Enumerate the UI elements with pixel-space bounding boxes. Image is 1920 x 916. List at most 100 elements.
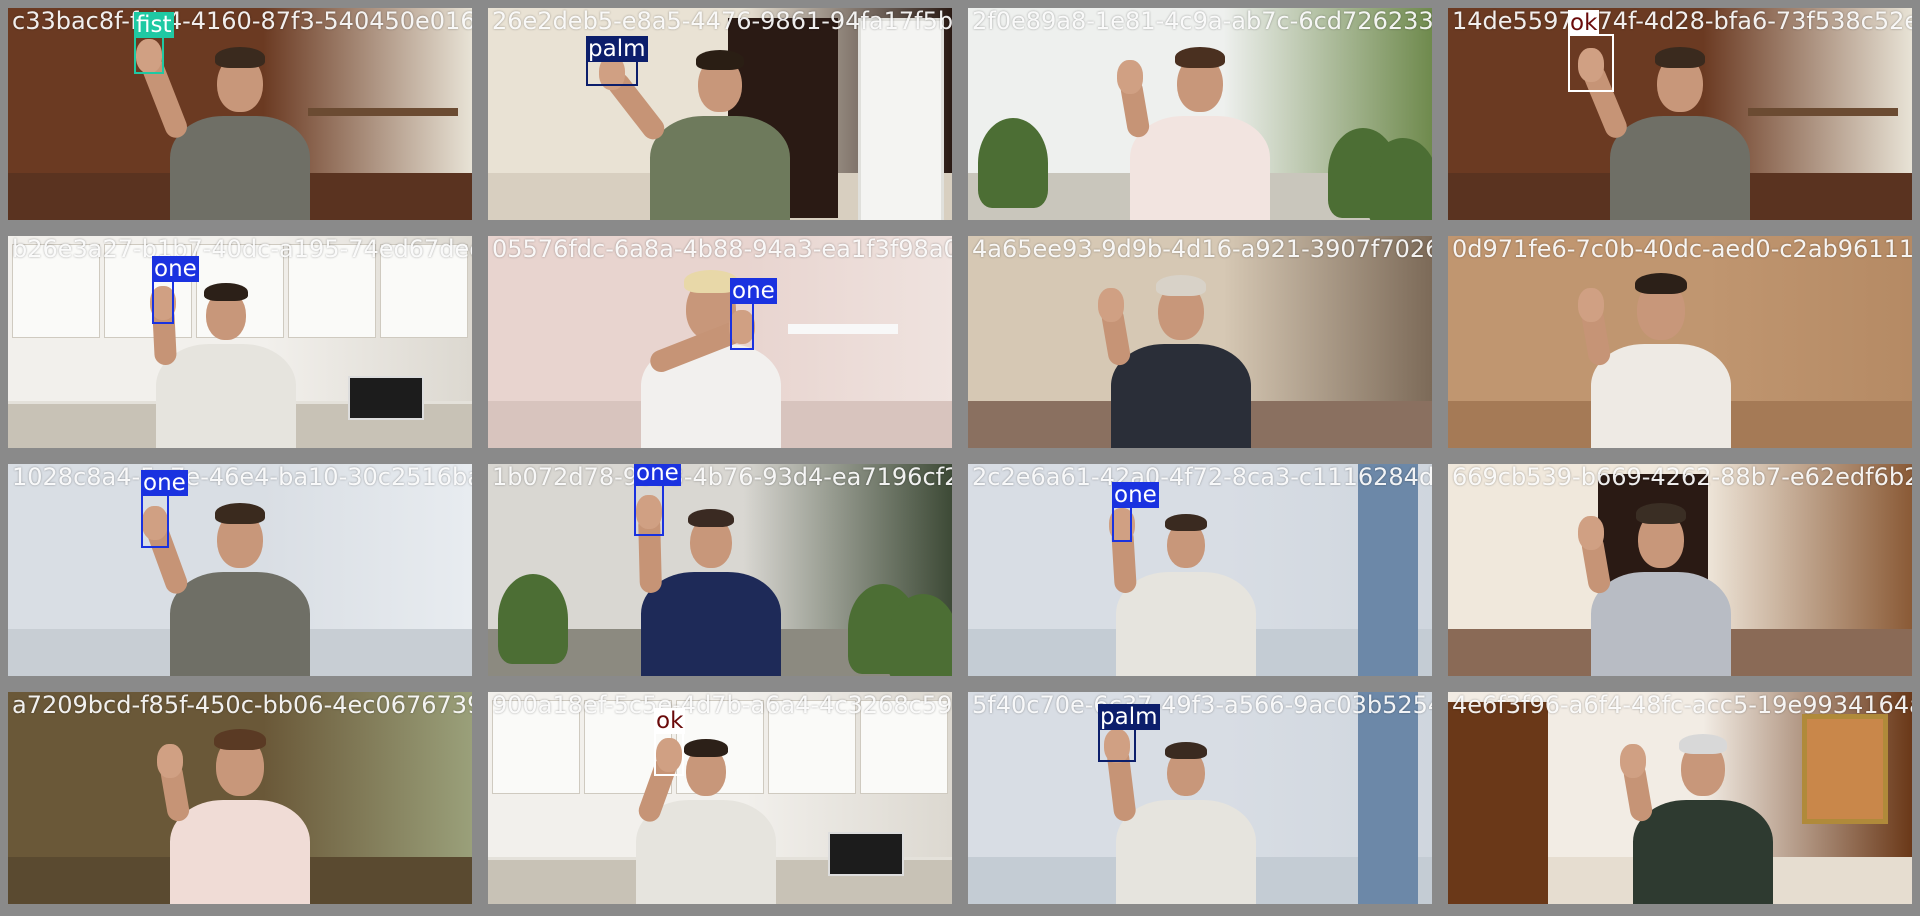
hair (215, 47, 265, 68)
photo-scene (1448, 464, 1912, 676)
gesture-bbox: one (152, 256, 199, 324)
hair (1679, 733, 1727, 754)
person (488, 8, 952, 220)
photo-scene (8, 692, 472, 904)
torso (650, 116, 790, 220)
photo-scene (1448, 236, 1912, 448)
gesture-label: one (634, 464, 681, 486)
photo-scene (488, 236, 952, 448)
photo-tile: 4a65ee93-9d9b-4d16-a921-3907f7026e7f.jpg (968, 236, 1432, 448)
person (8, 236, 472, 448)
torso (1610, 116, 1750, 220)
torso (170, 800, 310, 904)
hand (157, 744, 183, 778)
photo-scene (968, 8, 1432, 220)
photo-tile: 4e6f3f96-a6f4-48fc-acc5-19e9934164a3.jpg (1448, 692, 1912, 904)
person (1448, 236, 1912, 448)
torso (1116, 800, 1256, 904)
hair (696, 49, 744, 70)
gesture-bbox: palm (586, 36, 648, 86)
torso (1111, 344, 1251, 448)
hair (1156, 275, 1206, 296)
person (1448, 464, 1912, 676)
gesture-label: one (152, 256, 199, 282)
photo-scene (8, 236, 472, 448)
photo-tile: a7209bcd-f85f-450c-bb06-4ec0676739d4.jpg (8, 692, 472, 904)
image-grid: c33bac8f-fcb4-4160-87f3-540450e0166a.jpg… (0, 0, 1920, 916)
photo-tile: 1b072d78-9083-4b76-93d4-ea7196cf2215.jpg… (488, 464, 952, 676)
gesture-bbox: ok (1568, 10, 1614, 92)
photo-scene (488, 692, 952, 904)
torso (156, 344, 296, 448)
gesture-bbox: one (1112, 482, 1159, 542)
torso (1130, 116, 1270, 220)
photo-tile: 05576fdc-6a8a-4b88-94a3-ea1f3f98a0cb.jpg… (488, 236, 952, 448)
torso (1633, 800, 1773, 904)
photo-scene (968, 692, 1432, 904)
person (968, 8, 1432, 220)
photo-tile: 2f0e89a8-1e81-4c9a-ab7c-6cd726233e1d.jpg (968, 8, 1432, 220)
hand (1117, 60, 1143, 94)
torso (1116, 572, 1256, 676)
hair (1165, 741, 1207, 759)
gesture-label: palm (586, 36, 648, 62)
gesture-label: one (730, 278, 777, 304)
photo-scene (488, 464, 952, 676)
hair (688, 508, 734, 528)
gesture-label: fist (134, 12, 174, 38)
person (1448, 8, 1912, 220)
gesture-bbox: one (141, 470, 188, 548)
person (968, 236, 1432, 448)
photo-tile: b26e3a27-b1b7-40dc-a195-74ed67deec05.jpg… (8, 236, 472, 448)
person (968, 692, 1432, 904)
torso (641, 572, 781, 676)
torso (170, 116, 310, 220)
photo-tile: 14de5597-d74f-4d28-bfa6-73f538c52e8e.jpg… (1448, 8, 1912, 220)
hand (1578, 516, 1604, 550)
photo-tile: 2c2e6a61-42a0-4f72-8ca3-c1116284db2b.jpg… (968, 464, 1432, 676)
photo-tile: 900a18ef-5c5e-4d7b-a6a4-4c3268c59510.jpg… (488, 692, 952, 904)
photo-scene (1448, 8, 1912, 220)
photo-scene (968, 236, 1432, 448)
hair (684, 739, 728, 758)
torso (1591, 572, 1731, 676)
photo-tile: 0d971fe6-7c0b-40dc-aed0-c2ab96111a21.jpg (1448, 236, 1912, 448)
photo-scene (488, 8, 952, 220)
hair (214, 728, 266, 751)
photo-scene (8, 464, 472, 676)
hair (1165, 513, 1207, 531)
hair (204, 283, 248, 302)
gesture-bbox: palm (1098, 704, 1160, 762)
photo-tile: c33bac8f-fcb4-4160-87f3-540450e0166a.jpg… (8, 8, 472, 220)
gesture-label: one (1112, 482, 1159, 508)
person (488, 692, 952, 904)
gesture-label: palm (1098, 704, 1160, 730)
person (8, 692, 472, 904)
hair (1636, 503, 1686, 524)
hand (1578, 288, 1604, 322)
gesture-label: ok (1568, 10, 1600, 36)
person (488, 464, 952, 676)
torso (170, 572, 310, 676)
gesture-bbox: one (634, 464, 681, 536)
person (1448, 692, 1912, 904)
photo-tile: 26e2deb5-e8a5-4476-9861-94fa17f5b10b.jpg… (488, 8, 952, 220)
hair (215, 503, 265, 524)
person (8, 8, 472, 220)
person (488, 236, 952, 448)
hair (1635, 272, 1687, 295)
person (968, 464, 1432, 676)
gesture-label: one (141, 470, 188, 496)
torso (1591, 344, 1731, 448)
gesture-bbox: fist (134, 12, 174, 74)
photo-scene (8, 8, 472, 220)
photo-scene (968, 464, 1432, 676)
hand (1098, 288, 1124, 322)
gesture-label: ok (654, 708, 686, 734)
gesture-bbox: one (730, 278, 777, 350)
photo-tile: 669cb539-b669-4262-88b7-e62edf6b2a1f.jpg (1448, 464, 1912, 676)
person (8, 464, 472, 676)
gesture-bbox: ok (654, 708, 686, 776)
hair (1175, 47, 1225, 68)
hair (1655, 47, 1705, 68)
